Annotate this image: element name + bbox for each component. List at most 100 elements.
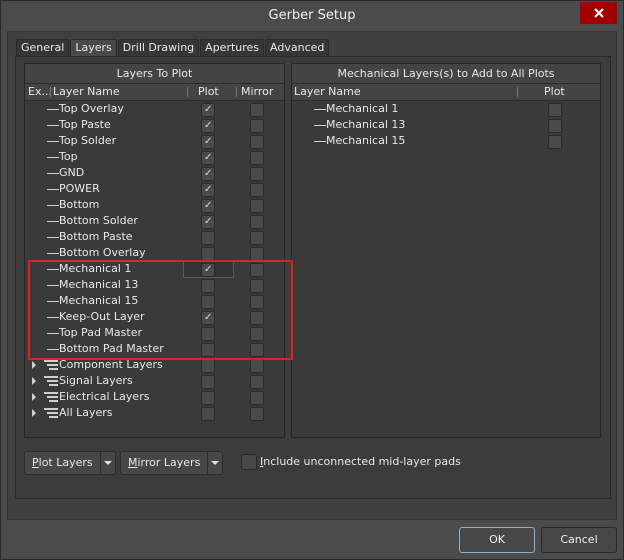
mirror-checkbox[interactable] xyxy=(250,103,264,117)
col-mirror[interactable]: Mirror xyxy=(241,84,273,100)
mechanical-layer-row[interactable]: Mechanical 13 xyxy=(292,117,600,133)
plot-checkbox[interactable]: ✓ xyxy=(201,263,215,277)
layer-row[interactable]: Bottom Overlay xyxy=(25,245,284,261)
cancel-button[interactable]: Cancel xyxy=(541,527,617,553)
plot-checkbox[interactable]: ✓ xyxy=(201,151,215,165)
plot-checkbox[interactable] xyxy=(201,327,215,341)
layer-name: Mechanical 13 xyxy=(59,278,139,291)
plot-layers-dropdown[interactable] xyxy=(101,461,115,465)
mechanical-layer-row[interactable]: Mechanical 1 xyxy=(292,101,600,117)
plot-checkbox[interactable] xyxy=(548,119,562,133)
close-icon xyxy=(593,8,604,18)
mirror-checkbox[interactable] xyxy=(250,279,264,293)
plot-checkbox[interactable]: ✓ xyxy=(201,215,215,229)
plot-checkbox[interactable] xyxy=(201,295,215,309)
include-pads-checkbox[interactable] xyxy=(241,454,257,470)
layer-name: Bottom Paste xyxy=(59,230,133,243)
plot-layers-button[interactable]: Plot Layers xyxy=(24,451,116,475)
layer-row[interactable]: GND ✓ xyxy=(25,165,284,181)
layer-row[interactable]: Bottom Pad Master xyxy=(25,341,284,357)
layer-group-name: Signal Layers xyxy=(59,374,133,387)
layer-row[interactable]: Top Solder ✓ xyxy=(25,133,284,149)
tab-advanced[interactable]: Advanced xyxy=(265,39,330,56)
mirror-checkbox[interactable] xyxy=(250,311,264,325)
mirror-checkbox[interactable] xyxy=(250,183,264,197)
layer-group-row[interactable]: Component Layers xyxy=(25,357,284,373)
layer-name: Top Paste xyxy=(59,118,111,131)
plot-checkbox[interactable]: ✓ xyxy=(201,199,215,213)
mirror-checkbox[interactable] xyxy=(250,375,264,389)
plot-checkbox[interactable] xyxy=(201,247,215,261)
mirror-checkbox[interactable] xyxy=(250,327,264,341)
layer-row[interactable]: Keep-Out Layer ✓ xyxy=(25,309,284,325)
tab-drill-drawing[interactable]: Drill Drawing xyxy=(117,39,200,56)
expand-arrow-icon[interactable] xyxy=(32,393,36,401)
layer-icon xyxy=(47,237,59,238)
mirror-checkbox[interactable] xyxy=(250,215,264,229)
expand-arrow-icon[interactable] xyxy=(32,377,36,385)
layer-row[interactable]: POWER ✓ xyxy=(25,181,284,197)
checkmark-icon: ✓ xyxy=(204,104,213,115)
plot-checkbox[interactable] xyxy=(201,407,215,421)
plot-layers-accel: P xyxy=(32,456,39,469)
layer-row[interactable]: Mechanical 1 ✓ xyxy=(25,260,284,278)
layer-row[interactable]: Bottom Solder ✓ xyxy=(25,213,284,229)
ok-button[interactable]: OK xyxy=(459,527,535,553)
plot-checkbox[interactable]: ✓ xyxy=(201,183,215,197)
mirror-checkbox[interactable] xyxy=(250,119,264,133)
mirror-layers-button[interactable]: Mirror Layers xyxy=(120,451,224,475)
include-pads-label[interactable]: Include unconnected mid-layer pads xyxy=(260,455,461,468)
layer-icon xyxy=(314,141,326,142)
col-mech-plot[interactable]: Plot xyxy=(544,84,565,100)
plot-checkbox[interactable]: ✓ xyxy=(201,135,215,149)
mirror-checkbox[interactable] xyxy=(250,247,264,261)
plot-checkbox[interactable]: ✓ xyxy=(201,103,215,117)
mechanical-layer-row[interactable]: Mechanical 15 xyxy=(292,133,600,149)
plot-checkbox[interactable]: ✓ xyxy=(201,167,215,181)
plot-checkbox[interactable] xyxy=(201,375,215,389)
plot-checkbox[interactable] xyxy=(201,359,215,373)
mechanical-column-header: Layer Name Plot xyxy=(292,84,600,101)
layer-row[interactable]: Top Paste ✓ xyxy=(25,117,284,133)
plot-checkbox[interactable] xyxy=(548,135,562,149)
layer-group-row[interactable]: Signal Layers xyxy=(25,373,284,389)
mirror-checkbox[interactable] xyxy=(250,263,264,277)
col-plot[interactable]: Plot xyxy=(198,84,219,100)
plot-checkbox[interactable]: ✓ xyxy=(201,119,215,133)
tab-general[interactable]: General xyxy=(16,39,70,56)
plot-checkbox[interactable]: ✓ xyxy=(201,311,215,325)
tab-layers[interactable]: Layers xyxy=(70,39,117,57)
plot-checkbox[interactable] xyxy=(548,103,562,117)
layer-group-row[interactable]: Electrical Layers xyxy=(25,389,284,405)
mirror-layers-dropdown[interactable] xyxy=(208,461,222,465)
expand-arrow-icon[interactable] xyxy=(32,361,36,369)
expand-arrow-icon[interactable] xyxy=(32,409,36,417)
plot-checkbox[interactable] xyxy=(201,343,215,357)
mirror-checkbox[interactable] xyxy=(250,151,264,165)
col-layer-name[interactable]: Layer Name xyxy=(53,84,120,100)
layer-row[interactable]: Bottom Paste xyxy=(25,229,284,245)
mirror-checkbox[interactable] xyxy=(250,407,264,421)
col-expand[interactable]: Ex... xyxy=(28,84,52,100)
mirror-checkbox[interactable] xyxy=(250,359,264,373)
layer-row[interactable]: Mechanical 13 xyxy=(25,277,284,293)
plot-checkbox[interactable] xyxy=(201,279,215,293)
plot-checkbox[interactable] xyxy=(201,231,215,245)
mirror-checkbox[interactable] xyxy=(250,167,264,181)
mirror-checkbox[interactable] xyxy=(250,199,264,213)
layer-row[interactable]: Top Overlay ✓ xyxy=(25,101,284,117)
layer-row[interactable]: Bottom ✓ xyxy=(25,197,284,213)
mirror-checkbox[interactable] xyxy=(250,135,264,149)
mirror-checkbox[interactable] xyxy=(250,231,264,245)
mirror-checkbox[interactable] xyxy=(250,391,264,405)
layer-row[interactable]: Top Pad Master xyxy=(25,325,284,341)
tab-apertures[interactable]: Apertures xyxy=(200,39,265,56)
layer-group-row[interactable]: All Layers xyxy=(25,405,284,421)
close-button[interactable] xyxy=(580,2,617,24)
mirror-checkbox[interactable] xyxy=(250,295,264,309)
plot-checkbox[interactable] xyxy=(201,391,215,405)
layer-row[interactable]: Top ✓ xyxy=(25,149,284,165)
mirror-checkbox[interactable] xyxy=(250,343,264,357)
col-mech-layer-name[interactable]: Layer Name xyxy=(294,84,361,100)
layer-row[interactable]: Mechanical 15 xyxy=(25,293,284,309)
